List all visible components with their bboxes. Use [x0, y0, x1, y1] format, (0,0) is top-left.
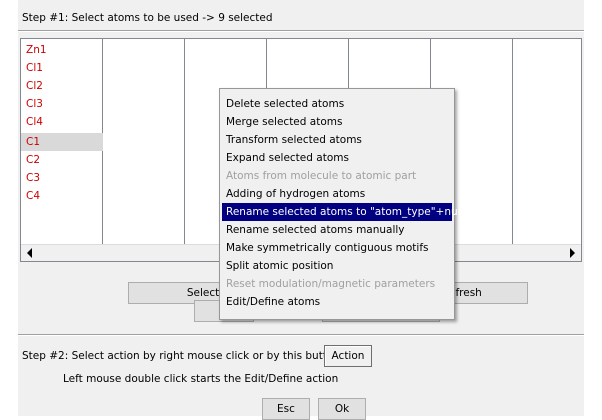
separator-bottom — [18, 334, 584, 336]
menu-item-contiguous-motifs[interactable]: Make symmetrically contiguous motifs — [222, 239, 452, 257]
menu-item-split-position[interactable]: Split atomic position — [222, 257, 452, 275]
atom-item-c4[interactable]: C4 — [21, 187, 103, 205]
atom-item-cl3[interactable]: Cl3 — [21, 95, 103, 113]
atom-column-1: Zn1 Cl1 Cl2 Cl3 Cl4 C1 C2 C3 C4 — [21, 39, 103, 244]
atom-column-7 — [513, 39, 595, 244]
double-click-hint: Left mouse double click starts the Edit/… — [63, 373, 339, 385]
atom-item-c1[interactable]: C1 — [21, 133, 103, 151]
atom-item-cl4[interactable]: Cl4 — [21, 113, 103, 131]
atom-item-cl1[interactable]: Cl1 — [21, 59, 103, 77]
step1-label: Step #1: Select atoms to be used -> 9 se… — [22, 12, 273, 24]
step2-label: Step #2: Select action by right mouse cl… — [22, 350, 344, 362]
context-menu: Delete selected atoms Merge selected ato… — [219, 88, 485, 320]
menu-item-atoms-from-molecule: Atoms from molecule to atomic part — [226, 170, 417, 182]
arrow-left-icon — [27, 248, 32, 258]
menu-item-rename-auto[interactable]: Rename selected atoms to "atom_type"+num… — [222, 203, 485, 221]
scroll-right-button[interactable] — [564, 245, 581, 261]
atom-item-cl2[interactable]: Cl2 — [21, 77, 103, 95]
menu-item-transform[interactable]: Transform selected atoms — [222, 131, 452, 149]
atom-item-c2[interactable]: C2 — [21, 151, 103, 169]
menu-item-reset-modulation: Reset modulation/magnetic parameters — [226, 278, 436, 290]
atom-item-c3[interactable]: C3 — [21, 169, 103, 187]
action-button[interactable]: Action — [324, 345, 372, 367]
atom-item-zn1[interactable]: Zn1 — [21, 41, 103, 59]
ok-button[interactable]: Ok — [318, 398, 366, 420]
menu-item-add-hydrogen[interactable]: Adding of hydrogen atoms — [222, 185, 452, 203]
esc-button[interactable]: Esc — [262, 398, 310, 420]
atom-column-2 — [103, 39, 185, 244]
menu-item-delete[interactable]: Delete selected atoms — [222, 95, 452, 113]
atoms-dialog: Step #1: Select atoms to be used -> 9 se… — [18, 0, 584, 420]
separator-top — [18, 30, 584, 32]
menu-item-edit-define[interactable]: Edit/Define atoms — [222, 293, 452, 311]
arrow-right-icon — [570, 248, 575, 258]
menu-item-merge[interactable]: Merge selected atoms — [222, 113, 452, 131]
scroll-left-button[interactable] — [21, 245, 38, 261]
menu-item-expand[interactable]: Expand selected atoms — [222, 149, 452, 167]
menu-item-rename-manual[interactable]: Rename selected atoms manually — [222, 221, 452, 239]
